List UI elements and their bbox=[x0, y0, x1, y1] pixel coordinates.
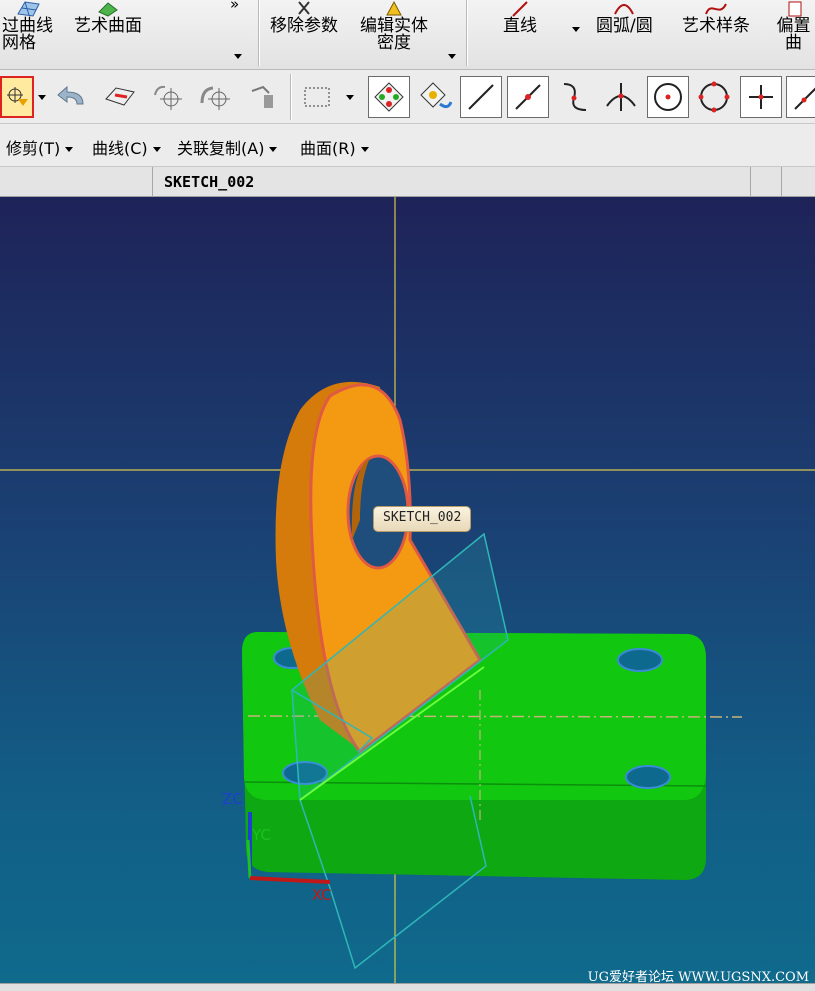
curve-point-icon bbox=[563, 83, 587, 111]
model-scene[interactable]: ZC YC XC bbox=[0, 197, 815, 983]
line-endpoint-icon bbox=[468, 84, 494, 110]
move-button[interactable] bbox=[242, 76, 284, 118]
group-dropdown-icon[interactable] bbox=[448, 54, 456, 59]
rotate-arc-icon bbox=[200, 86, 230, 110]
rotate-point-icon bbox=[154, 85, 182, 110]
midpoint-snap-button[interactable] bbox=[507, 76, 549, 118]
menu-bar: 修剪(T) 曲线(C) 关联复制(A) 曲面(R) bbox=[0, 124, 815, 166]
studio-spline-label: 艺术样条 bbox=[682, 16, 750, 36]
tab-divider bbox=[750, 167, 751, 198]
move-part-icon bbox=[251, 85, 273, 108]
axis-label-z: ZC bbox=[222, 790, 243, 808]
line-snap-button[interactable] bbox=[460, 76, 502, 118]
midpoint-icon bbox=[515, 84, 541, 110]
snap-point-button[interactable] bbox=[368, 76, 410, 118]
line-label: 直线 bbox=[503, 16, 537, 36]
menu-associative-copy[interactable]: 关联复制(A) bbox=[177, 135, 277, 159]
mount-hole bbox=[617, 648, 663, 672]
group-dropdown-icon[interactable] bbox=[234, 54, 242, 59]
ribbon: 过曲线 网格 艺术曲面 » 移除参数 编辑实体 密度 直线 圆弧/圆 艺术样条 … bbox=[0, 0, 815, 70]
undo-button[interactable] bbox=[50, 76, 92, 118]
snap-point-settings-button[interactable] bbox=[414, 76, 456, 118]
undo-arrow-icon bbox=[57, 85, 84, 105]
dashed-rectangle-icon bbox=[304, 87, 330, 107]
tab-divider bbox=[781, 167, 782, 198]
graphics-viewport[interactable]: ZC YC XC SKETCH_002 bbox=[0, 197, 815, 983]
filter-dropdown-icon[interactable] bbox=[38, 95, 46, 100]
existing-point-button[interactable] bbox=[740, 76, 782, 118]
edit-solid-density-label: 编辑实体 密度 bbox=[360, 16, 428, 53]
studio-spline-button[interactable]: 艺术样条 bbox=[682, 0, 750, 35]
line-dropdown-icon[interactable] bbox=[572, 27, 580, 32]
axis-label-y: YC bbox=[251, 826, 271, 844]
through-curve-mesh-button[interactable]: 过曲线 网格 bbox=[2, 0, 53, 52]
edit-solid-density-button[interactable]: 编辑实体 密度 bbox=[360, 0, 428, 52]
ribbon-separator bbox=[466, 0, 468, 66]
arc-circle-label: 圆弧/圆 bbox=[596, 16, 653, 36]
snap-points-icon bbox=[374, 82, 404, 112]
graphics-tab-bar: SKETCH_002 bbox=[0, 166, 815, 198]
point-on-curve-icon bbox=[794, 87, 815, 110]
quadrant-point-button[interactable] bbox=[693, 76, 735, 118]
icon-toolbar bbox=[0, 70, 815, 124]
point-on-curve-button[interactable] bbox=[786, 76, 815, 118]
more-symbol[interactable]: » bbox=[230, 0, 239, 13]
sketch-title[interactable]: SKETCH_002 bbox=[164, 173, 254, 191]
line-button[interactable]: 直线 bbox=[503, 0, 537, 35]
rotate-arc-button[interactable] bbox=[194, 76, 236, 118]
menu-surface[interactable]: 曲面(R) bbox=[300, 135, 369, 159]
ribbon-separator bbox=[258, 0, 260, 66]
snap-settings-icon bbox=[420, 82, 452, 109]
remove-parameters-label: 移除参数 bbox=[270, 16, 338, 36]
toolbar-separator bbox=[290, 74, 292, 120]
intersection-icon bbox=[606, 83, 636, 111]
sketch-tooltip: SKETCH_002 bbox=[373, 506, 472, 532]
section-box-icon bbox=[105, 87, 135, 106]
through-curve-mesh-label: 过曲线 网格 bbox=[2, 16, 53, 53]
select-dropdown-icon[interactable] bbox=[346, 95, 354, 100]
circle-center-icon bbox=[654, 83, 682, 111]
rectangle-select-button[interactable] bbox=[296, 76, 338, 118]
control-point-button[interactable] bbox=[554, 76, 596, 118]
intersection-button[interactable] bbox=[600, 76, 642, 118]
plus-point-icon bbox=[749, 85, 773, 109]
tab-divider bbox=[152, 167, 153, 198]
studio-surface-label: 艺术曲面 bbox=[74, 16, 142, 36]
offset-curve-button[interactable]: 偏置曲 bbox=[772, 0, 815, 52]
filter-funnel-icon bbox=[7, 87, 28, 106]
selection-filter-button[interactable] bbox=[0, 76, 34, 118]
studio-surface-button[interactable]: 艺术曲面 bbox=[74, 0, 142, 35]
remove-parameters-button[interactable]: 移除参数 bbox=[270, 0, 338, 35]
watermark-text: UG爱好者论坛 WWW.UGSNX.COM bbox=[587, 970, 809, 985]
menu-curve[interactable]: 曲线(C) bbox=[92, 135, 161, 159]
axis-label-x: XC bbox=[312, 886, 332, 904]
view-section-button[interactable] bbox=[98, 76, 140, 118]
quadrant-icon bbox=[698, 81, 730, 113]
mount-hole bbox=[625, 765, 671, 789]
arc-circle-button[interactable]: 圆弧/圆 bbox=[596, 0, 653, 35]
arc-center-button[interactable] bbox=[647, 76, 689, 118]
rotate-button[interactable] bbox=[146, 76, 188, 118]
menu-trim[interactable]: 修剪(T) bbox=[6, 135, 73, 159]
offset-curve-label: 偏置曲 bbox=[776, 16, 811, 53]
